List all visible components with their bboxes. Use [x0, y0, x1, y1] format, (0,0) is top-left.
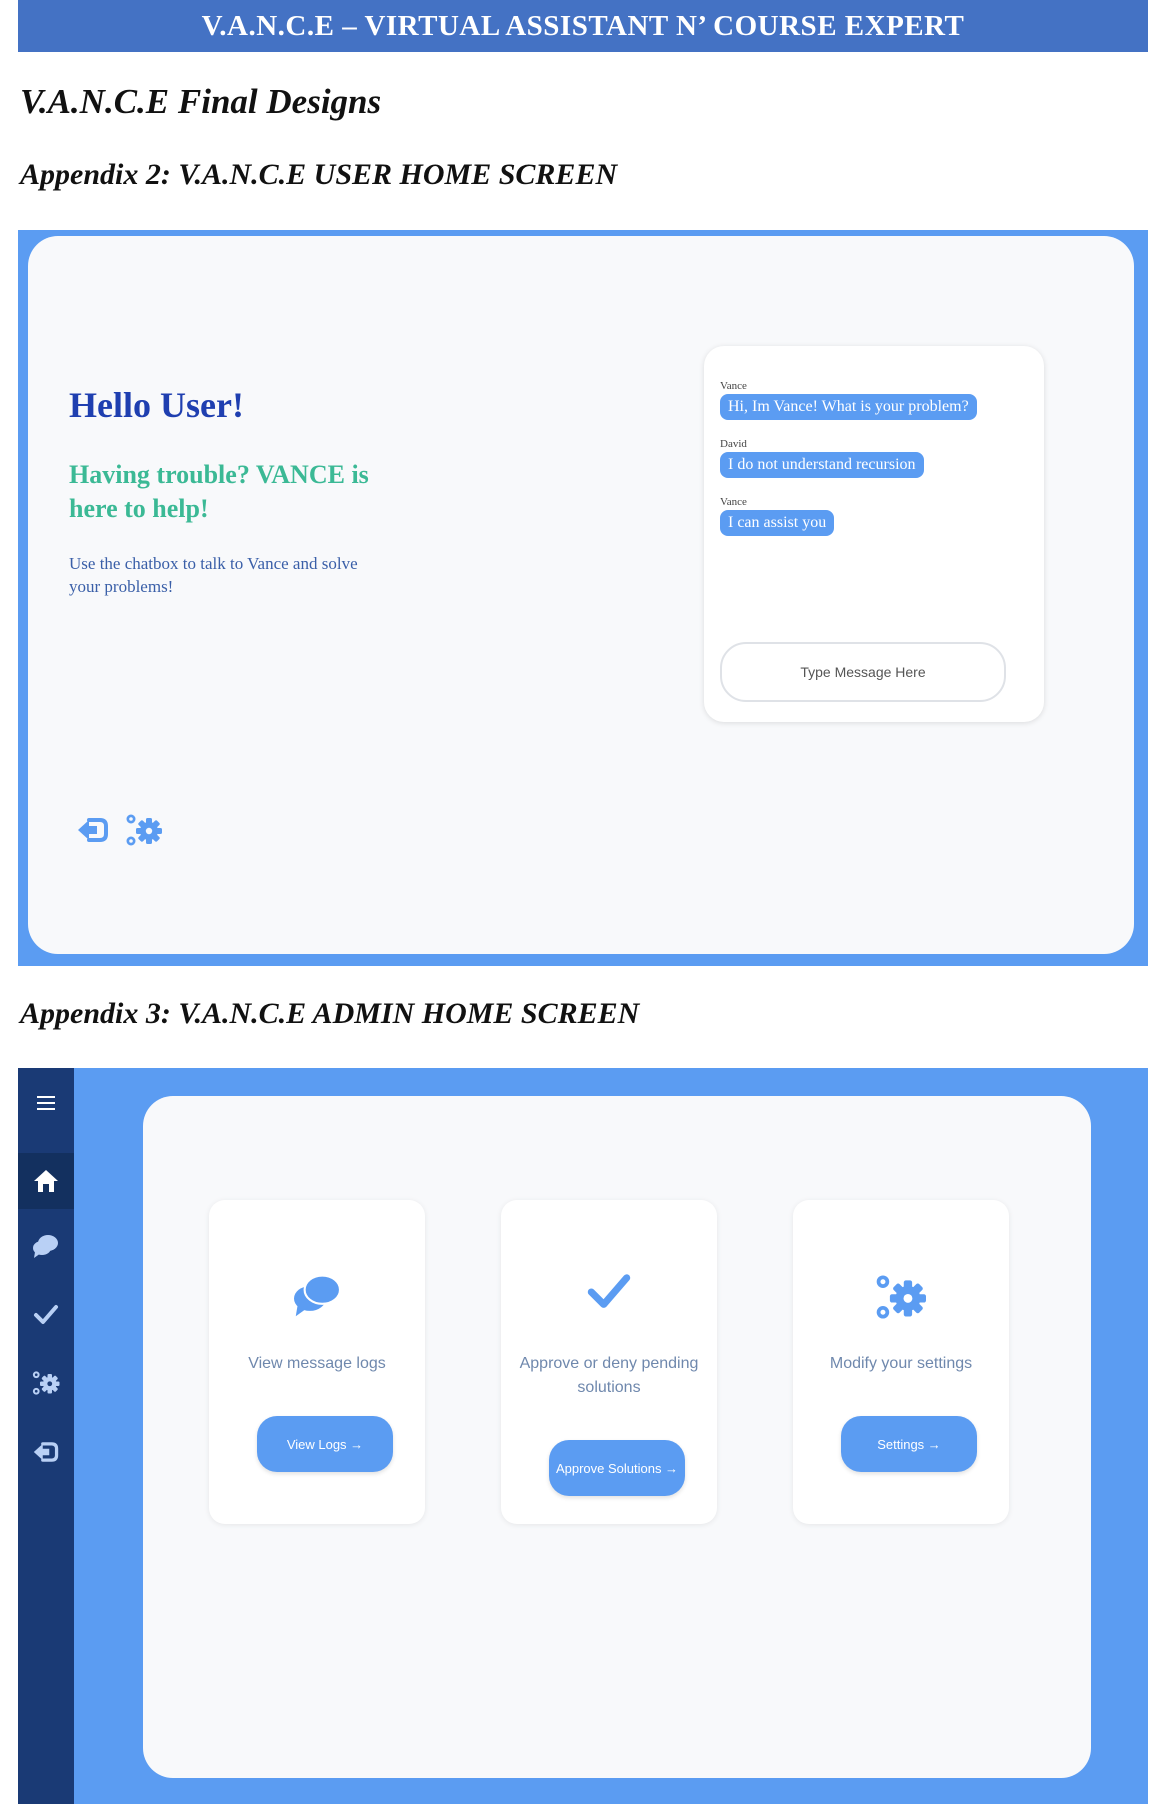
check-icon: [501, 1272, 717, 1312]
view-logs-button[interactable]: View Logs →: [257, 1416, 393, 1472]
user-toolbar: [76, 812, 164, 853]
message-sender: Vance: [720, 380, 747, 392]
greeting-title: Hello User!: [69, 385, 244, 425]
pending-solutions-card: Approve or deny pending solutions Approv…: [501, 1200, 717, 1524]
admin-home-panel: View message logs View Logs → Approve or…: [143, 1096, 1091, 1778]
chat-icon: [209, 1272, 425, 1318]
settings-gears-icon[interactable]: [124, 812, 164, 853]
card-description: View message logs: [248, 1355, 386, 1372]
user-home-panel: Hello User! Having trouble? VANCE is her…: [28, 236, 1134, 954]
chatbox-description: Use the chatbox to talk to Vance and sol…: [69, 554, 358, 596]
settings-gears-icon[interactable]: [18, 1355, 74, 1411]
chat-message: Vance Hi, Im Vance! What is your problem…: [720, 380, 977, 420]
check-icon[interactable]: [18, 1287, 74, 1343]
admin-home-screen-frame: View message logs View Logs → Approve or…: [18, 1068, 1148, 1804]
message-input[interactable]: Type Message Here: [720, 642, 1006, 702]
logout-icon[interactable]: [18, 1424, 74, 1480]
settings-gears-icon: [793, 1272, 1009, 1322]
card-description: Approve or deny pending solutions: [519, 1355, 699, 1396]
message-bubble: Hi, Im Vance! What is your problem?: [720, 394, 977, 420]
appendix-2-caption: Appendix 2: V.A.N.C.E USER HOME SCREEN: [20, 158, 618, 191]
approve-solutions-button[interactable]: Approve Solutions →: [549, 1440, 685, 1496]
message-sender: David: [720, 438, 747, 450]
home-icon[interactable]: [18, 1153, 74, 1209]
menu-icon[interactable]: [18, 1075, 74, 1131]
user-home-screen-frame: Hello User! Having trouble? VANCE is her…: [18, 230, 1148, 966]
card-description: Modify your settings: [829, 1355, 973, 1372]
settings-button[interactable]: Settings →: [841, 1416, 977, 1472]
message-sender: Vance: [720, 496, 747, 508]
chat-icon[interactable]: [18, 1218, 74, 1274]
message-logs-card: View message logs View Logs →: [209, 1200, 425, 1524]
help-subheading: Having trouble? VANCE is here to help!: [69, 460, 369, 523]
chat-message: Vance I can assist you: [720, 496, 835, 536]
appendix-3-caption: Appendix 3: V.A.N.C.E ADMIN HOME SCREEN: [20, 997, 640, 1030]
chat-message: David I do not understand recursion: [720, 438, 924, 478]
chatbox: Vance Hi, Im Vance! What is your problem…: [704, 346, 1044, 722]
message-bubble: I do not understand recursion: [720, 452, 924, 478]
document-banner: V.A.N.C.E – VIRTUAL ASSISTANT N’ COURSE …: [18, 0, 1148, 52]
settings-card: Modify your settings Settings →: [793, 1200, 1009, 1524]
message-bubble: I can assist you: [720, 510, 835, 536]
admin-sidebar: [18, 1068, 74, 1804]
logout-icon[interactable]: [76, 814, 110, 851]
document-heading: V.A.N.C.E Final Designs: [20, 82, 382, 121]
